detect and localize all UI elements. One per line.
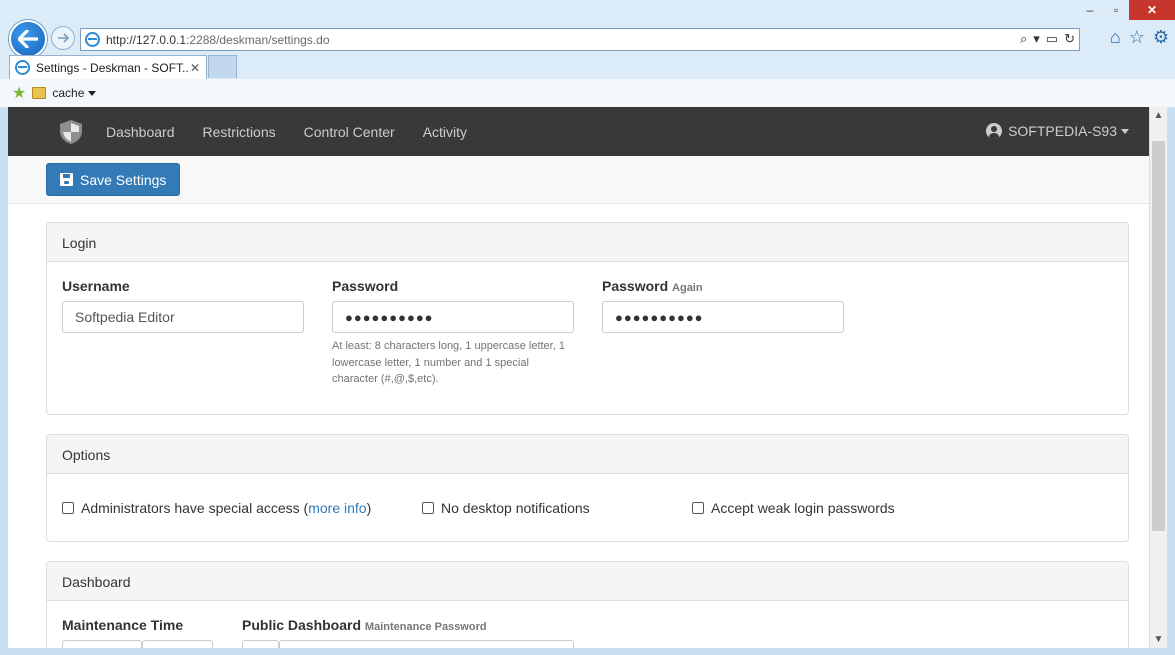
- username-input[interactable]: Softpedia Editor: [62, 301, 304, 333]
- password-input[interactable]: ●●●●●●●●●●: [332, 301, 574, 333]
- chevron-down-icon: [1121, 128, 1129, 134]
- maximize-button[interactable]: ▫: [1103, 0, 1129, 20]
- password-label: Password: [332, 278, 399, 294]
- back-button[interactable]: [9, 20, 47, 58]
- maintenance-time-group: Maintenance Time: [62, 617, 183, 633]
- browser-tools: ⌂ ☆ ⚙: [1110, 27, 1169, 48]
- favorites-bar: ★ cache: [0, 79, 1175, 107]
- admin-access-option: Administrators have special access (more…: [62, 500, 371, 516]
- forward-arrow-icon: [58, 33, 69, 43]
- tab-title: Settings - Deskman - SOFT...: [36, 60, 190, 75]
- browser-chrome: http://127.0.0.1:2288/deskman/settings.d…: [0, 0, 1175, 107]
- password-again-group: Password Again: [602, 278, 703, 294]
- public-dashboard-group: Public Dashboard Maintenance Password: [242, 617, 487, 633]
- public-dashboard-label-small: Maintenance Password: [364, 621, 487, 633]
- ie-page-icon: [85, 32, 100, 47]
- chevron-down-icon: [88, 91, 97, 97]
- save-settings-label: Save Settings: [80, 171, 167, 188]
- no-notifications-checkbox[interactable]: [422, 502, 434, 514]
- back-arrow-icon: [18, 30, 38, 48]
- no-notifications-label: No desktop notifications: [441, 500, 590, 516]
- shield-icon[interactable]: [58, 119, 84, 145]
- favorites-folder-cache[interactable]: cache: [52, 86, 97, 100]
- username-value: Softpedia Editor: [75, 309, 175, 325]
- admin-access-label-end: ): [366, 500, 372, 516]
- public-dashboard-label-main: Public Dashboard: [242, 617, 362, 633]
- gear-icon[interactable]: ⚙: [1153, 27, 1169, 48]
- public-dashboard-label: Public Dashboard Maintenance Password: [242, 617, 487, 633]
- address-bar[interactable]: http://127.0.0.1:2288/deskman/settings.d…: [80, 28, 1080, 51]
- panel-heading: Options: [47, 435, 1128, 474]
- vertical-scrollbar[interactable]: ▲ ▼: [1149, 107, 1167, 648]
- add-favorite-icon[interactable]: ★: [12, 83, 26, 103]
- public-dashboard-addon[interactable]: [242, 640, 279, 648]
- address-tools: ⌕ ▾ ▭ ↻: [1020, 31, 1075, 47]
- url-path: :2288/deskman/settings.do: [186, 32, 330, 47]
- panel-heading: Dashboard: [47, 562, 1128, 601]
- user-name: SOFTPEDIA-S93: [1008, 123, 1117, 139]
- public-dashboard-password-input[interactable]: [279, 640, 574, 648]
- password-value: ●●●●●●●●●●: [345, 309, 434, 325]
- refresh-icon[interactable]: ↻: [1064, 31, 1075, 47]
- password-again-value: ●●●●●●●●●●: [615, 309, 704, 325]
- password-again-input[interactable]: ●●●●●●●●●●: [602, 301, 844, 333]
- dashboard-panel: Dashboard Maintenance Time Public Dashbo…: [46, 561, 1129, 648]
- minimize-button[interactable]: –: [1077, 0, 1103, 20]
- admin-access-checkbox[interactable]: [62, 502, 74, 514]
- floppy-disk-icon: [60, 173, 73, 186]
- close-window-button[interactable]: ✕: [1129, 0, 1175, 20]
- page-viewport: Dashboard Restrictions Control Center Ac…: [8, 107, 1149, 648]
- nav-dashboard[interactable]: Dashboard: [106, 124, 175, 140]
- folder-icon: [32, 87, 47, 99]
- save-toolbar: Save Settings: [8, 156, 1149, 204]
- maintenance-time-input[interactable]: [62, 640, 142, 648]
- favorites-star-icon[interactable]: ☆: [1129, 27, 1145, 48]
- new-tab-button[interactable]: [208, 55, 237, 78]
- panel-heading: Login: [47, 223, 1128, 262]
- user-menu[interactable]: SOFTPEDIA-S93: [986, 123, 1129, 139]
- password-again-label-small: Again: [672, 282, 703, 294]
- forward-button[interactable]: [51, 26, 75, 50]
- window-controls: – ▫ ✕: [1077, 0, 1175, 20]
- save-settings-button[interactable]: Save Settings: [46, 163, 181, 196]
- weak-passwords-option: Accept weak login passwords: [692, 500, 895, 516]
- password-group: Password: [332, 278, 398, 294]
- password-help-text: At least: 8 characters long, 1 uppercase…: [332, 340, 565, 385]
- browser-tab[interactable]: Settings - Deskman - SOFT... ✕: [9, 55, 207, 79]
- maintenance-time-label: Maintenance Time: [62, 617, 184, 633]
- url-text[interactable]: http://127.0.0.1:2288/deskman/settings.d…: [106, 33, 330, 47]
- top-navbar: Dashboard Restrictions Control Center Ac…: [8, 107, 1149, 156]
- compat-view-icon[interactable]: ▭: [1046, 31, 1058, 47]
- tab-page-icon: [15, 60, 30, 75]
- admin-access-label: Administrators have special access (: [81, 500, 309, 516]
- no-notifications-option: No desktop notifications: [422, 500, 590, 516]
- login-panel: Login Username Softpedia Editor Password…: [46, 222, 1129, 415]
- dropdown-icon[interactable]: ▾: [1033, 31, 1040, 47]
- scroll-thumb[interactable]: [1152, 141, 1165, 531]
- home-icon[interactable]: ⌂: [1110, 27, 1121, 48]
- weak-passwords-label: Accept weak login passwords: [711, 500, 895, 516]
- username-group: Username: [62, 278, 130, 294]
- password-again-label-main: Password: [602, 278, 669, 294]
- nav-control-center[interactable]: Control Center: [304, 124, 395, 140]
- scroll-up-icon[interactable]: ▲: [1150, 107, 1167, 124]
- nav-restrictions[interactable]: Restrictions: [203, 124, 276, 140]
- options-panel: Options Administrators have special acce…: [46, 434, 1129, 542]
- search-icon[interactable]: ⌕: [1020, 31, 1027, 47]
- user-icon: [986, 123, 1003, 139]
- tab-close-icon[interactable]: ✕: [190, 61, 200, 75]
- url-host: http://127.0.0.1: [106, 32, 187, 47]
- more-info-link[interactable]: more info: [308, 500, 366, 516]
- username-label: Username: [62, 278, 130, 294]
- favorites-folder-label: cache: [52, 86, 85, 100]
- maintenance-time-addon[interactable]: [142, 640, 213, 648]
- scroll-down-icon[interactable]: ▼: [1150, 631, 1167, 648]
- nav-activity[interactable]: Activity: [423, 124, 467, 140]
- weak-passwords-checkbox[interactable]: [692, 502, 704, 514]
- password-again-label: Password Again: [602, 278, 703, 294]
